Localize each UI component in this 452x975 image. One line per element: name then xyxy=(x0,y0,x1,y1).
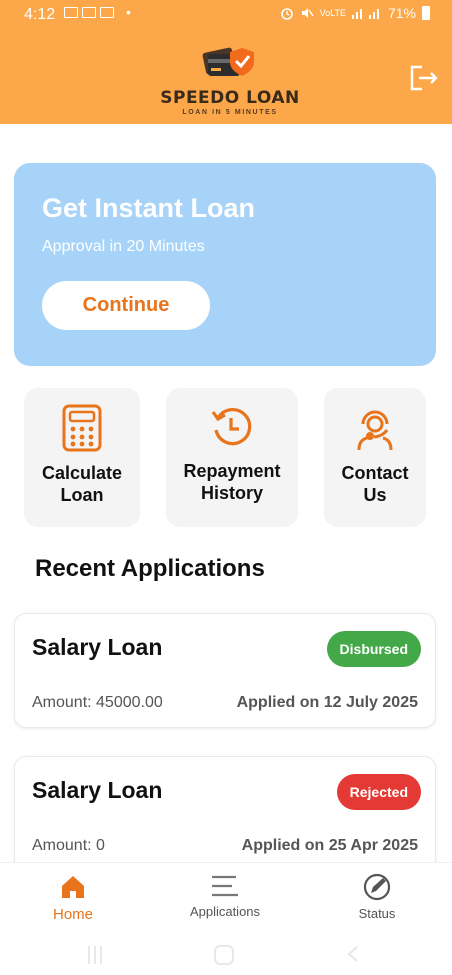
application-card[interactable]: Salary Loan Rejected Amount: 0 Applied o… xyxy=(14,756,436,871)
system-navigation-bar xyxy=(0,934,452,975)
battery-icon xyxy=(422,6,430,20)
back-arrow-icon[interactable] xyxy=(346,945,360,963)
mute-icon xyxy=(301,8,314,18)
app-header: SPEEDO LOAN LOAN IN 5 MINUTES xyxy=(0,30,452,124)
support-agent-icon xyxy=(357,410,393,451)
logout-button[interactable] xyxy=(408,64,440,92)
recent-applications-title: Recent Applications xyxy=(35,555,265,582)
instant-loan-banner: Get Instant Loan Approval in 20 Minutes … xyxy=(14,163,436,366)
home-system-button[interactable] xyxy=(214,945,234,965)
history-icon xyxy=(211,408,252,446)
edit-pen-icon xyxy=(363,873,391,901)
home-icon xyxy=(62,876,84,898)
loan-name: Salary Loan xyxy=(32,777,163,803)
loan-amount: Amount: 45000.00 xyxy=(32,694,163,711)
more-notifications-dot: • xyxy=(126,4,131,20)
recent-apps-button[interactable] xyxy=(88,946,108,964)
application-card[interactable]: Salary Loan Disbursed Amount: 45000.00 A… xyxy=(14,613,436,728)
signal-icon xyxy=(351,9,379,19)
continue-button[interactable]: Continue xyxy=(42,281,210,330)
calculator-icon xyxy=(62,404,102,452)
tab-status[interactable]: Status xyxy=(322,873,432,921)
loan-amount: Amount: 0 xyxy=(32,837,105,854)
contact-us-button[interactable]: Contact Us xyxy=(324,388,426,527)
app-tagline: LOAN IN 5 MINUTES xyxy=(182,109,278,116)
calculate-loan-button[interactable]: Calculate Loan xyxy=(24,388,140,527)
status-time: 4:12 xyxy=(24,6,56,23)
banner-title: Get Instant Loan xyxy=(42,193,256,223)
app-notification-icon xyxy=(100,7,114,18)
tab-applications[interactable]: Applications xyxy=(170,873,280,919)
bottom-navigation: Home Applications Status xyxy=(0,862,452,934)
logout-icon xyxy=(410,65,438,91)
tab-home[interactable]: Home xyxy=(18,873,128,923)
loan-name: Salary Loan xyxy=(32,634,163,660)
applied-date: Applied on 12 July 2025 xyxy=(236,694,418,711)
status-badge: Disbursed xyxy=(326,631,421,667)
gallery-notification-icon xyxy=(64,7,78,18)
contact-us-label: Contact Us xyxy=(341,463,409,505)
card-notification-icon xyxy=(82,7,96,18)
calculate-loan-label: Calculate Loan xyxy=(41,463,123,505)
battery-percent: 71% xyxy=(387,5,416,21)
alarm-icon xyxy=(280,8,293,20)
app-name: SPEEDO LOAN xyxy=(160,88,300,108)
menu-lines-icon xyxy=(212,875,238,897)
tab-status-label: Status xyxy=(358,906,396,921)
applied-date: Applied on 25 Apr 2025 xyxy=(241,837,418,854)
repayment-history-label: Repayment History xyxy=(183,461,281,503)
system-indicators: VoLTE 71% xyxy=(280,5,430,21)
tab-home-label: Home xyxy=(52,906,93,923)
brand-logo: SPEEDO LOAN LOAN IN 5 MINUTES xyxy=(160,38,300,120)
notification-icons xyxy=(64,7,114,18)
repayment-history-button[interactable]: Repayment History xyxy=(166,388,298,527)
network-type: VoLTE xyxy=(319,7,346,18)
tab-applications-label: Applications xyxy=(189,904,261,919)
status-bar: 4:12 • VoLTE 71% xyxy=(0,0,452,30)
banner-subtitle: Approval in 20 Minutes xyxy=(42,238,205,255)
status-badge: Rejected xyxy=(336,774,421,810)
card-shield-logo-icon xyxy=(202,47,254,76)
